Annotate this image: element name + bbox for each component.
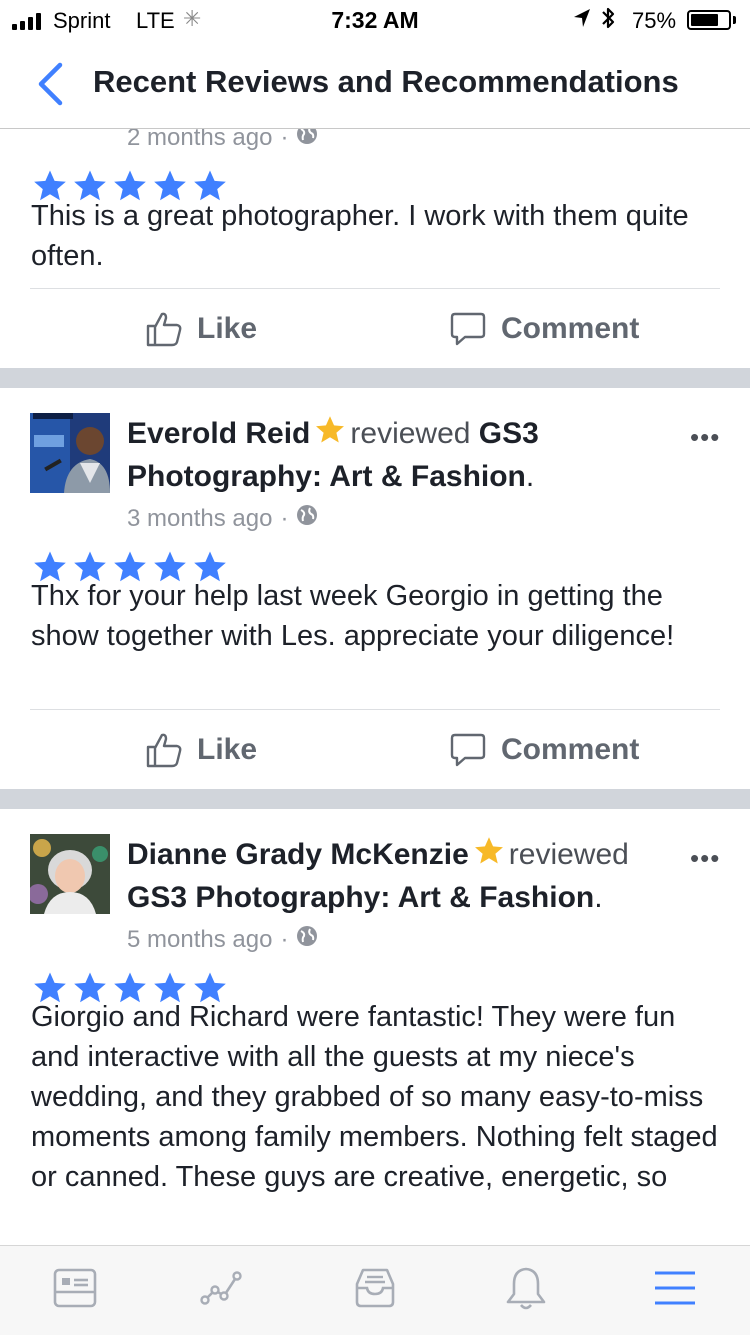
review-header: Dianne Grady McKenzie reviewed GS3 Photog… bbox=[127, 834, 687, 918]
notifications-bell-icon bbox=[506, 1267, 546, 1310]
battery-nub bbox=[733, 16, 736, 24]
comment-label: Comment bbox=[501, 733, 640, 766]
thumbs-up-icon bbox=[146, 733, 182, 768]
page-title: Recent Reviews and Recommendations bbox=[93, 64, 679, 99]
battery-icon bbox=[687, 10, 731, 30]
review-card: Dianne Grady McKenzie reviewed GS3 Photog… bbox=[0, 809, 750, 1245]
comment-button[interactable]: Comment bbox=[449, 310, 639, 348]
tab-inbox[interactable] bbox=[345, 1264, 405, 1318]
battery-level bbox=[691, 14, 718, 26]
review-header: Everold Reid reviewed GS3 Photography: Ar… bbox=[127, 413, 687, 497]
reviews-feed[interactable]: 2 months ago · This is a great photograp… bbox=[0, 129, 750, 1245]
reviewed-page-link[interactable]: GS3 Photography: Art & Fashion bbox=[127, 881, 594, 914]
review-time: 5 months ago bbox=[127, 925, 273, 953]
review-text: Thx for your help last week Georgio in g… bbox=[31, 580, 675, 652]
review-verb: reviewed bbox=[350, 417, 471, 450]
status-bar: Sprint LTE ✳ 7:32 AM 75% bbox=[0, 0, 750, 40]
comment-bubble-icon bbox=[450, 733, 486, 767]
tab-notifications[interactable] bbox=[496, 1264, 556, 1318]
comment-bubble-icon bbox=[450, 312, 486, 346]
globe-icon bbox=[296, 925, 318, 954]
like-button[interactable]: Like bbox=[145, 310, 257, 348]
action-divider bbox=[30, 709, 720, 710]
reviewer-name[interactable]: Everold Reid bbox=[127, 417, 310, 450]
more-options-icon[interactable]: ••• bbox=[690, 843, 720, 874]
insights-icon bbox=[200, 1271, 242, 1305]
bluetooth-icon bbox=[601, 6, 615, 36]
tab-bar bbox=[0, 1245, 750, 1335]
card-separator bbox=[0, 789, 750, 809]
star-badge-icon bbox=[314, 415, 346, 456]
battery-percent: 75% bbox=[632, 8, 677, 33]
review-meta: 2 months ago · bbox=[127, 129, 318, 152]
like-button[interactable]: Like bbox=[145, 731, 257, 769]
avatar[interactable] bbox=[30, 834, 110, 914]
chevron-left-icon[interactable] bbox=[36, 62, 64, 111]
review-text: This is a great photographer. I work wit… bbox=[31, 200, 689, 272]
location-arrow-icon bbox=[573, 8, 591, 34]
card-separator bbox=[0, 368, 750, 388]
comment-button[interactable]: Comment bbox=[449, 731, 639, 769]
globe-icon bbox=[296, 129, 318, 152]
like-label: Like bbox=[197, 312, 258, 345]
meta-dot: · bbox=[280, 925, 289, 953]
review-text: Giorgio and Richard were fantastic! They… bbox=[31, 1001, 718, 1193]
star-badge-icon bbox=[473, 836, 505, 877]
meta-dot: · bbox=[280, 504, 289, 532]
news-feed-icon bbox=[53, 1268, 97, 1308]
like-label: Like bbox=[197, 733, 258, 766]
globe-icon bbox=[296, 504, 318, 533]
more-options-icon[interactable]: ••• bbox=[690, 422, 720, 453]
comment-label: Comment bbox=[501, 312, 640, 345]
review-time: 2 months ago bbox=[127, 129, 273, 151]
meta-dot: · bbox=[280, 129, 289, 151]
menu-icon bbox=[655, 1271, 695, 1305]
tab-news-feed[interactable] bbox=[45, 1264, 105, 1318]
thumbs-up-icon bbox=[146, 312, 182, 347]
review-card: 2 months ago · This is a great photograp… bbox=[0, 129, 750, 368]
review-card: Everold Reid reviewed GS3 Photography: Ar… bbox=[0, 388, 750, 789]
sentence-period: . bbox=[525, 460, 535, 493]
review-meta: 3 months ago · bbox=[127, 504, 318, 533]
tab-menu[interactable] bbox=[645, 1264, 705, 1318]
action-divider bbox=[30, 288, 720, 289]
tab-insights[interactable] bbox=[194, 1264, 254, 1318]
review-time: 3 months ago bbox=[127, 504, 273, 532]
inbox-icon bbox=[355, 1268, 395, 1308]
avatar[interactable] bbox=[30, 413, 110, 493]
review-verb: reviewed bbox=[508, 838, 629, 871]
review-meta: 5 months ago · bbox=[127, 925, 318, 954]
nav-bar: Recent Reviews and Recommendations bbox=[0, 40, 750, 129]
sentence-period: . bbox=[594, 881, 603, 914]
reviewer-name[interactable]: Dianne Grady McKenzie bbox=[127, 838, 469, 871]
